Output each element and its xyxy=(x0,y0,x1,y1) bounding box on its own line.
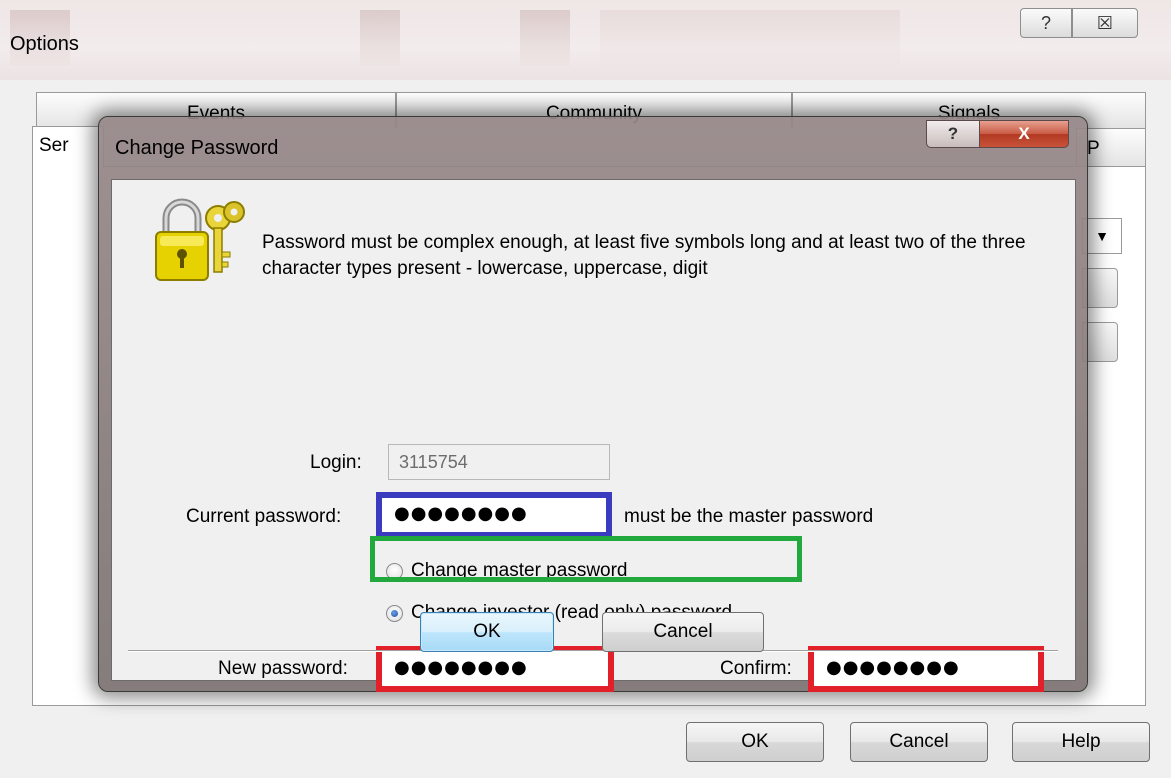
help-icon: ? xyxy=(947,124,959,143)
confirm-label: Confirm: xyxy=(720,658,792,679)
login-field: 3115754 xyxy=(388,444,610,480)
dialog-separator xyxy=(128,650,1058,652)
new-password-label: New password: xyxy=(218,658,348,679)
options-ok-button[interactable]: OK xyxy=(686,722,824,762)
tab-server-selected[interactable]: Ser xyxy=(32,126,104,168)
current-password-field[interactable]: ●●●●●●●● xyxy=(376,492,612,538)
login-label: Login: xyxy=(310,452,362,473)
dialog-client-area: Password must be complex enough, at leas… xyxy=(111,179,1076,692)
new-password-field[interactable]: ●●●●●●●● xyxy=(376,646,614,692)
investor-option-highlight xyxy=(370,536,802,582)
dialog-close-button[interactable]: X xyxy=(979,120,1069,148)
options-help-bottom-button[interactable]: Help xyxy=(1012,722,1150,762)
options-cancel-button[interactable]: Cancel xyxy=(850,722,988,762)
options-help-button[interactable]: ? xyxy=(1020,8,1072,38)
confirm-password-field[interactable]: ●●●●●●●● xyxy=(808,646,1044,692)
radio-button-checked xyxy=(386,604,403,622)
close-icon: ☒ xyxy=(1096,12,1114,33)
dialog-title: Change Password xyxy=(115,137,279,159)
close-icon: X xyxy=(1018,124,1030,143)
change-password-dialog: Change Password ? X Password must be com… xyxy=(98,116,1088,692)
dialog-cancel-button[interactable]: Cancel xyxy=(602,612,764,652)
help-icon: ? xyxy=(1040,12,1051,33)
dialog-help-button[interactable]: ? xyxy=(926,120,980,148)
options-titlebar: Options ? ☒ xyxy=(0,0,1171,80)
options-dropdown[interactable]: ▼ xyxy=(1082,218,1122,254)
current-password-label: Current password: xyxy=(186,506,342,527)
options-close-button[interactable]: ☒ xyxy=(1072,8,1138,38)
dialog-ok-button[interactable]: OK xyxy=(420,612,554,652)
password-requirements-message: Password must be complex enough, at leas… xyxy=(262,232,1026,279)
chevron-down-icon: ▼ xyxy=(1095,228,1109,244)
lock-keys-icon xyxy=(155,198,245,281)
options-title: Options xyxy=(10,33,79,55)
current-password-hint: must be the master password xyxy=(624,506,874,527)
